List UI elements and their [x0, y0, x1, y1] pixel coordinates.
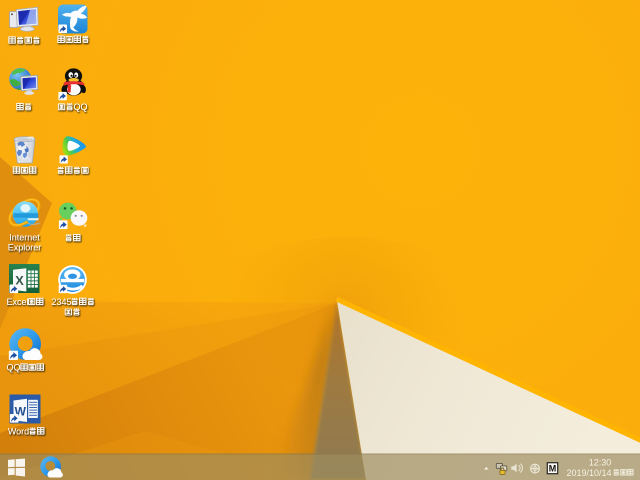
- svg-text:12:30: 12:30: [589, 457, 612, 467]
- svg-text:Excel: Excel: [6, 297, 28, 307]
- svg-text:Internet: Internet: [9, 233, 40, 243]
- svg-text:M: M: [549, 464, 557, 474]
- svg-text:QQ: QQ: [73, 102, 87, 112]
- svg-text:2345: 2345: [51, 297, 71, 307]
- svg-text:Word: Word: [8, 426, 29, 436]
- svg-text:2019/10/14: 2019/10/14: [567, 468, 612, 478]
- svg-text:QQ: QQ: [6, 363, 20, 373]
- svg-text:Explorer: Explorer: [8, 243, 42, 253]
